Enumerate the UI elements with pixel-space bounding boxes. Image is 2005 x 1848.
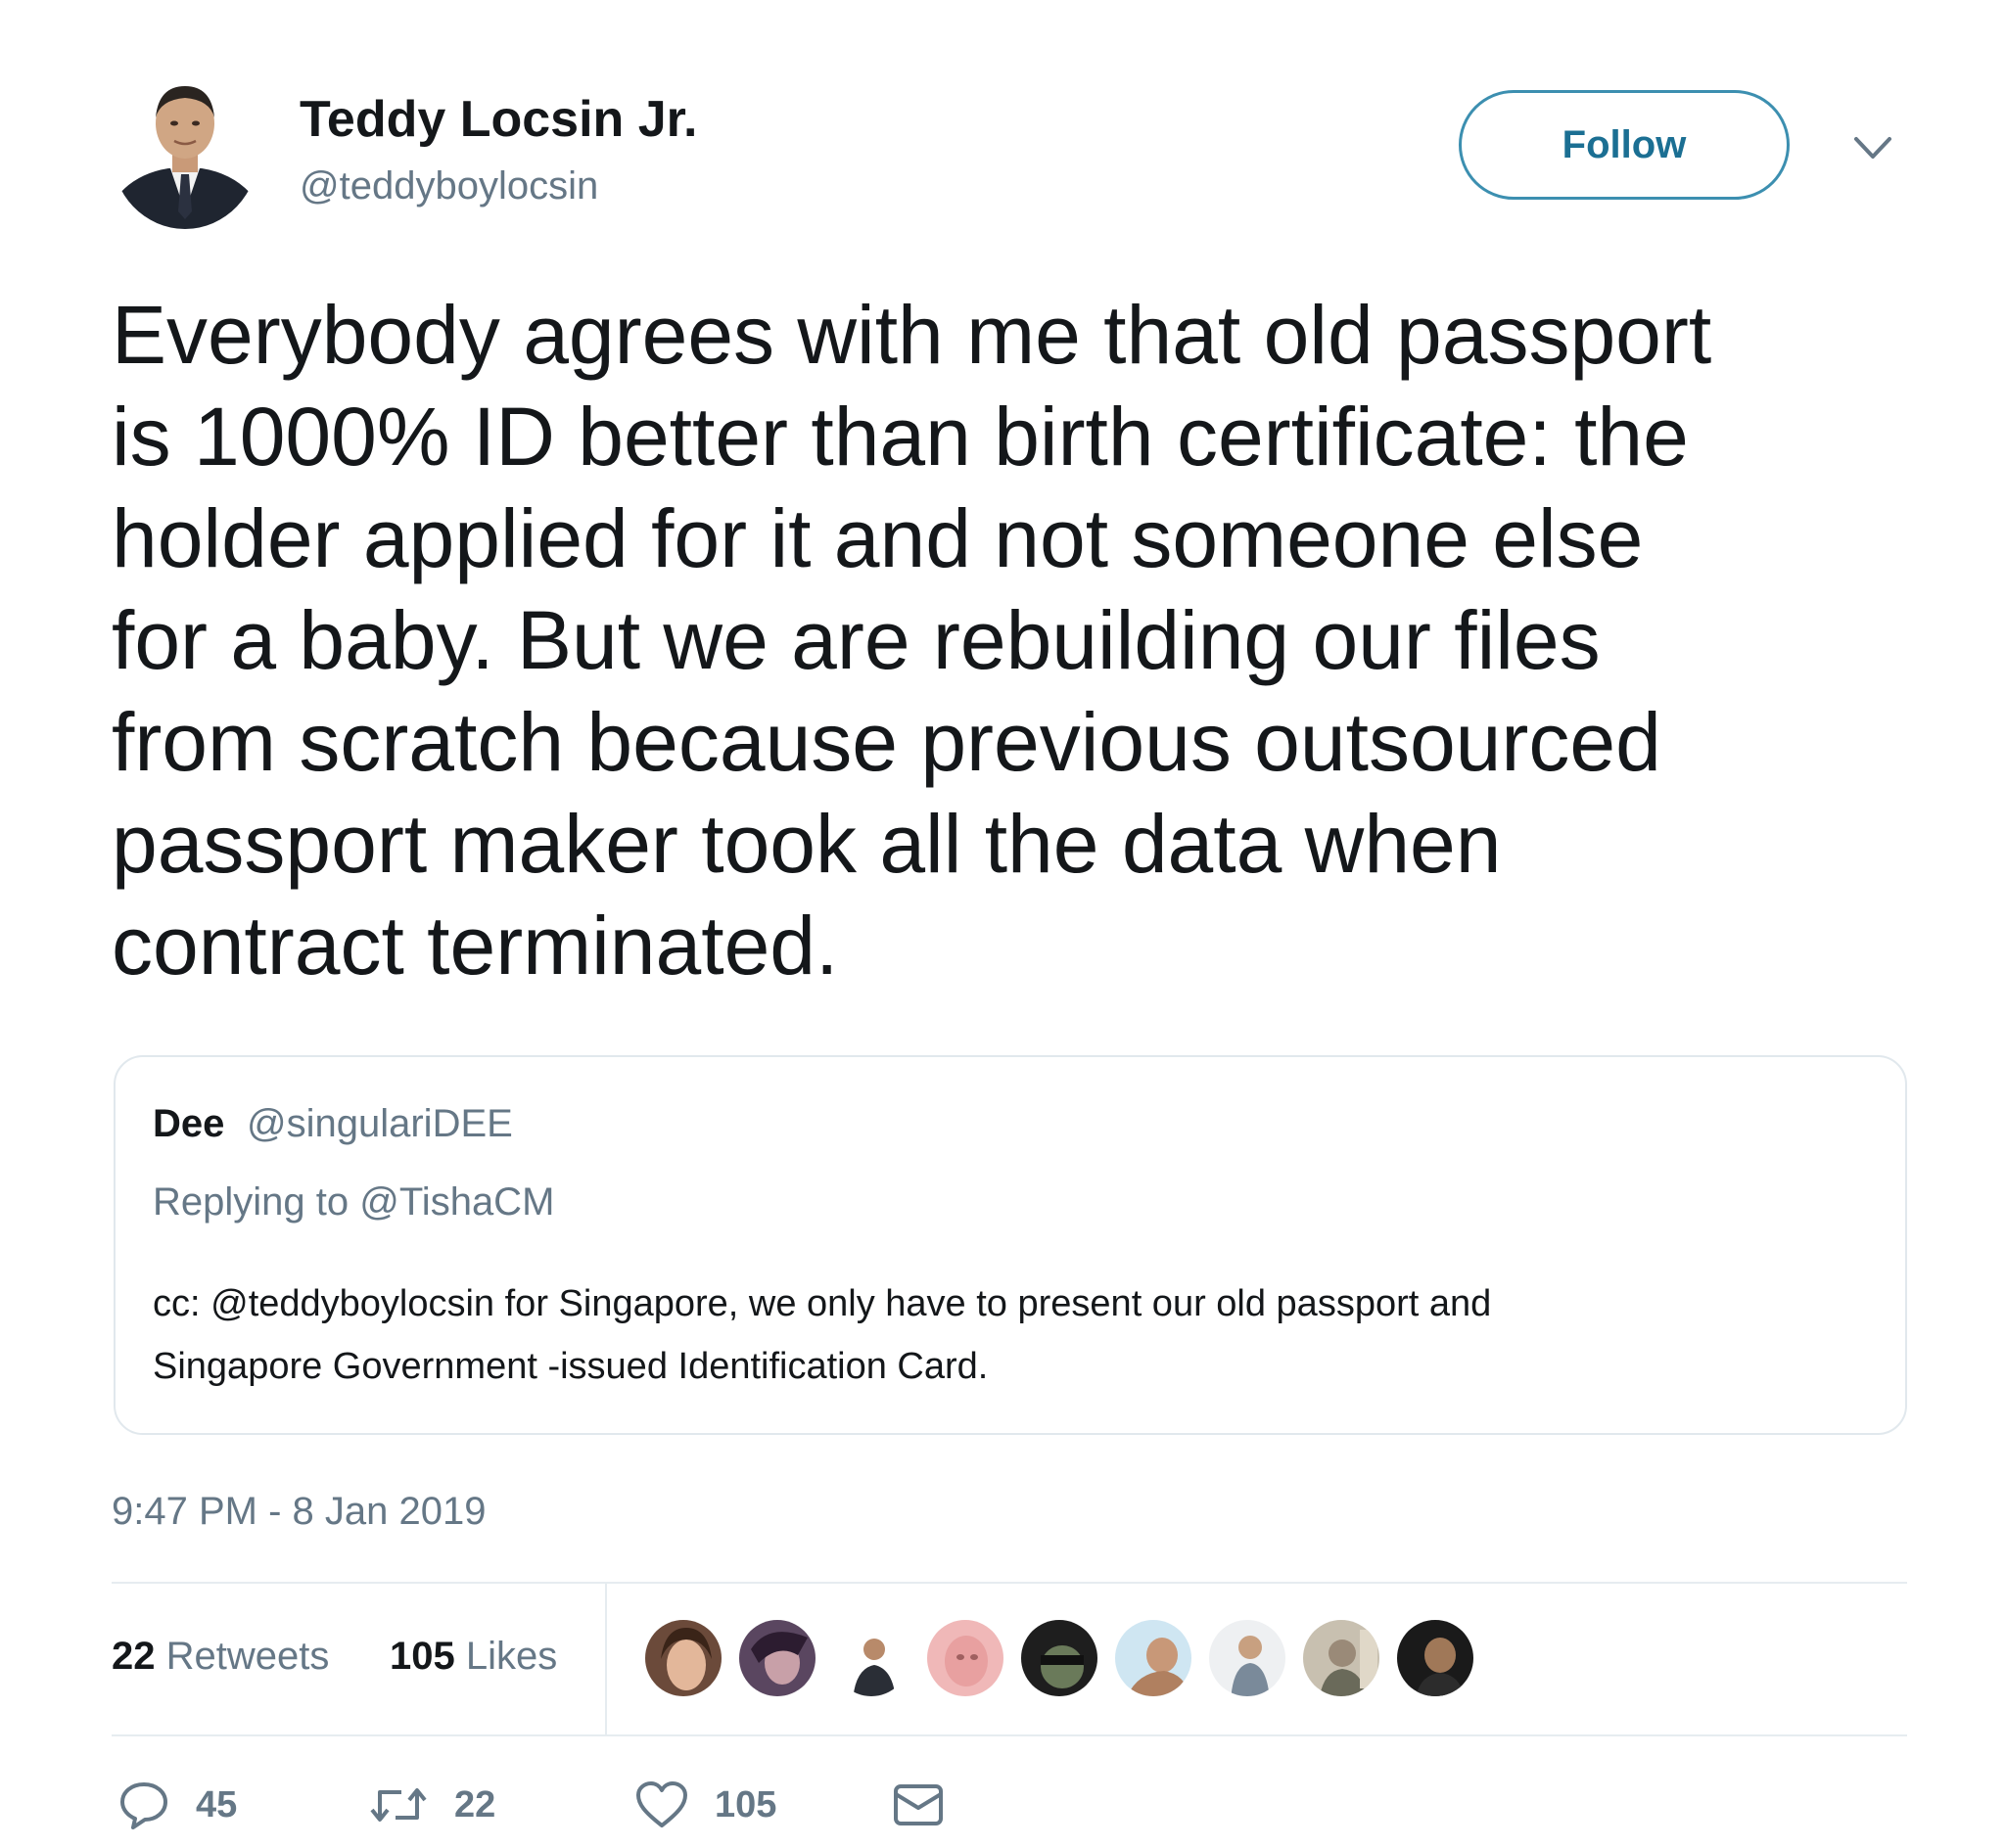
retweet-action[interactable]: 22 (368, 1776, 495, 1834)
liker-avatar[interactable] (1206, 1617, 1288, 1699)
liker-avatar[interactable] (736, 1617, 818, 1699)
direct-message-action[interactable] (891, 1776, 946, 1834)
quoted-tweet-text-line: cc: @teddyboylocsin for Singapore, we on… (153, 1283, 1492, 1324)
stats-vertical-divider (605, 1582, 607, 1734)
quoted-tweet-text: cc: @teddyboylocsin for Singapore, we on… (153, 1272, 1876, 1398)
liker-avatar[interactable] (1394, 1617, 1476, 1699)
quoted-tweet-author-name: Dee (153, 1102, 225, 1145)
tweet-text-line: passport maker took all the data when (112, 798, 1502, 890)
retweets-label: Retweets (165, 1635, 330, 1678)
author-handle[interactable]: @teddyboylocsin (300, 164, 598, 208)
liker-avatar[interactable] (1300, 1617, 1382, 1699)
stats-divider-bottom (112, 1734, 1907, 1736)
tweet-text: Everybody agrees with me that old passpo… (112, 284, 1874, 996)
retweet-icon (370, 1788, 427, 1822)
quoted-tweet-author-handle: @singulariDEE (247, 1102, 513, 1145)
author-display-name[interactable]: Teddy Locsin Jr. (300, 90, 697, 149)
liker-avatar[interactable] (642, 1617, 724, 1699)
user-avatar-photo-icon (112, 74, 258, 229)
reply-icon (120, 1782, 167, 1829)
tweet-text-line: from scratch because previous outsourced (112, 696, 1661, 788)
replying-to-prefix: Replying to (153, 1180, 350, 1224)
reply-action[interactable]: 45 (117, 1776, 237, 1834)
tweet-text-line: contract terminated. (112, 900, 839, 992)
heart-icon (636, 1781, 687, 1827)
quoted-tweet-text-line: Singapore Government -issued Identificat… (153, 1346, 989, 1387)
chevron-down-icon[interactable] (1850, 131, 1895, 164)
liker-avatar[interactable] (830, 1617, 912, 1699)
retweet-count: 22 (454, 1783, 496, 1825)
author-avatar[interactable] (112, 74, 258, 229)
likes-label: Likes (465, 1635, 558, 1678)
envelope-icon (894, 1784, 943, 1825)
tweet-timestamp[interactable]: 9:47 PM - 8 Jan 2019 (112, 1490, 486, 1534)
tweet-text-line: Everybody agrees with me that old passpo… (112, 289, 1712, 381)
liker-avatar[interactable] (1112, 1617, 1194, 1699)
likes-count: 105 (390, 1635, 455, 1678)
retweets-stat[interactable]: 22 Retweets (112, 1635, 329, 1679)
liker-avatar[interactable] (1018, 1617, 1100, 1699)
retweets-count: 22 (112, 1635, 156, 1678)
tweet-text-line: is 1000% ID better than birth certificat… (112, 391, 1689, 483)
like-action[interactable]: 105 (634, 1776, 776, 1834)
follow-button[interactable]: Follow (1459, 90, 1790, 200)
quoted-tweet-replying-to: Replying to @TishaCM (153, 1180, 554, 1224)
tweet-text-line: holder applied for it and not someone el… (112, 492, 1644, 584)
liker-avatar[interactable] (924, 1617, 1006, 1699)
stats-divider-top (112, 1582, 1907, 1584)
reply-count: 45 (196, 1783, 238, 1825)
like-count: 105 (715, 1783, 777, 1825)
likes-stat[interactable]: 105 Likes (390, 1635, 557, 1679)
tweet-text-line: for a baby. But we are rebuilding our fi… (112, 594, 1601, 686)
replying-to-handle-link[interactable]: @TishaCM (359, 1180, 554, 1224)
tweet-card: Teddy Locsin Jr. @teddyboylocsin Follow … (0, 0, 2005, 1848)
